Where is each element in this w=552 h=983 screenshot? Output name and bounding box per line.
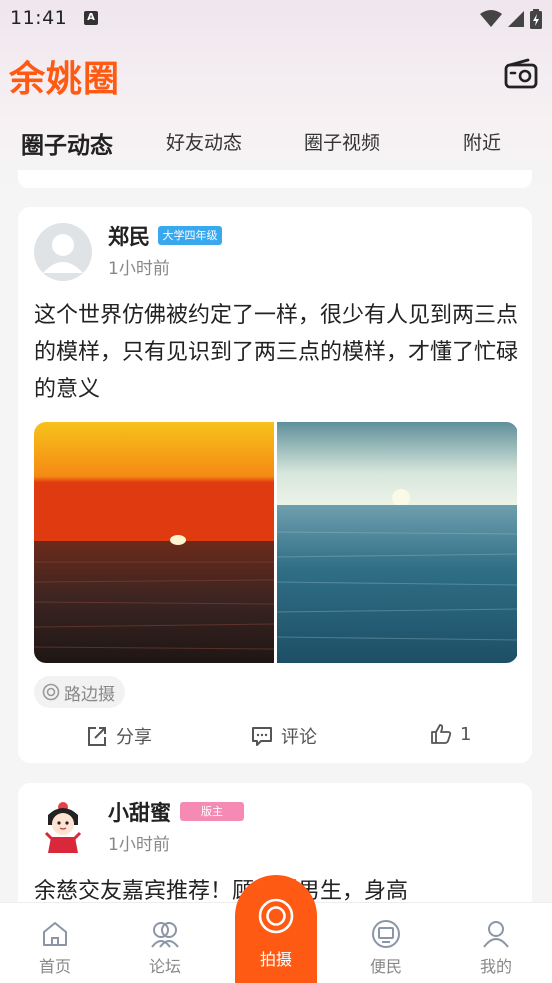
battery-icon bbox=[530, 9, 542, 29]
comment-button[interactable]: 评论 bbox=[251, 723, 317, 749]
status-bar: 11:41 A bbox=[0, 0, 552, 38]
user-icon bbox=[483, 921, 509, 948]
nav-shoot-label: 拍摄 bbox=[259, 950, 292, 969]
username[interactable]: 小甜蜜 bbox=[108, 797, 171, 827]
like-button[interactable]: 1 bbox=[430, 723, 471, 745]
status-time: 11:41 bbox=[10, 7, 68, 29]
previous-card-edge bbox=[18, 170, 532, 188]
moderator-badge: 版主 bbox=[180, 802, 244, 821]
post-text[interactable]: 这个世界仿佛被约定了一样，很少有人见到两三点的模样，只有见识到了两三点的模样，才… bbox=[34, 297, 518, 408]
nav-mine[interactable]: 我的 bbox=[466, 919, 526, 977]
camera-icon bbox=[504, 58, 538, 89]
target-icon bbox=[42, 683, 60, 701]
notification-icon: A bbox=[84, 11, 98, 25]
post-actions: 分享 评论 1 bbox=[18, 719, 532, 755]
nav-forum-label: 论坛 bbox=[148, 957, 181, 976]
level-badge: 大学四年级 bbox=[158, 226, 222, 245]
comment-icon bbox=[252, 727, 272, 746]
forum-icon bbox=[151, 922, 179, 948]
shutter-icon bbox=[258, 898, 294, 934]
nav-home[interactable]: 首页 bbox=[25, 919, 85, 977]
tab-friends-feed[interactable]: 好友动态 bbox=[166, 128, 242, 155]
like-count: 1 bbox=[460, 723, 472, 745]
camera-button[interactable] bbox=[504, 58, 538, 90]
cartoon-avatar-icon bbox=[44, 802, 82, 853]
wifi-icon bbox=[480, 10, 502, 27]
sunset-photo[interactable] bbox=[34, 422, 274, 663]
share-button[interactable]: 分享 bbox=[86, 723, 152, 749]
nav-service[interactable]: 便民 bbox=[356, 919, 416, 977]
nav-mine-label: 我的 bbox=[479, 957, 512, 976]
username[interactable]: 郑民 bbox=[108, 221, 150, 251]
signal-icon bbox=[508, 11, 524, 27]
comment-label: 评论 bbox=[281, 727, 317, 748]
thumbs-up-icon bbox=[431, 724, 452, 744]
post-card[interactable]: 郑民 大学四年级 1小时前 这个世界仿佛被约定了一样，很少有人见到两三点的模样，… bbox=[18, 207, 532, 763]
nav-shoot-button[interactable]: 拍摄 bbox=[235, 875, 317, 983]
status-icons bbox=[480, 9, 542, 29]
tab-nearby[interactable]: 附近 bbox=[463, 128, 501, 155]
share-label: 分享 bbox=[116, 727, 152, 748]
avatar[interactable] bbox=[34, 799, 92, 857]
topic-tag[interactable]: 路边摄 bbox=[34, 676, 125, 708]
tab-circle-feed[interactable]: 圈子动态 bbox=[21, 126, 113, 160]
feed-tabs: 圈子动态 好友动态 圈子视频 附近 bbox=[0, 120, 552, 176]
nav-forum[interactable]: 论坛 bbox=[135, 919, 195, 977]
nav-service-label: 便民 bbox=[369, 957, 402, 976]
photo-grid bbox=[34, 422, 518, 663]
app-title: 余姚圈 bbox=[9, 59, 121, 100]
post-time: 1小时前 bbox=[108, 259, 170, 279]
service-icon bbox=[372, 920, 400, 948]
nav-home-label: 首页 bbox=[38, 957, 71, 976]
avatar[interactable] bbox=[34, 223, 92, 281]
default-avatar-icon bbox=[34, 223, 92, 281]
tab-circle-video[interactable]: 圈子视频 bbox=[304, 128, 380, 155]
ocean-photo[interactable] bbox=[277, 422, 517, 663]
topic-tag-label: 路边摄 bbox=[64, 684, 115, 705]
post-time: 1小时前 bbox=[108, 835, 170, 855]
home-icon bbox=[43, 922, 67, 946]
share-icon bbox=[88, 727, 106, 746]
